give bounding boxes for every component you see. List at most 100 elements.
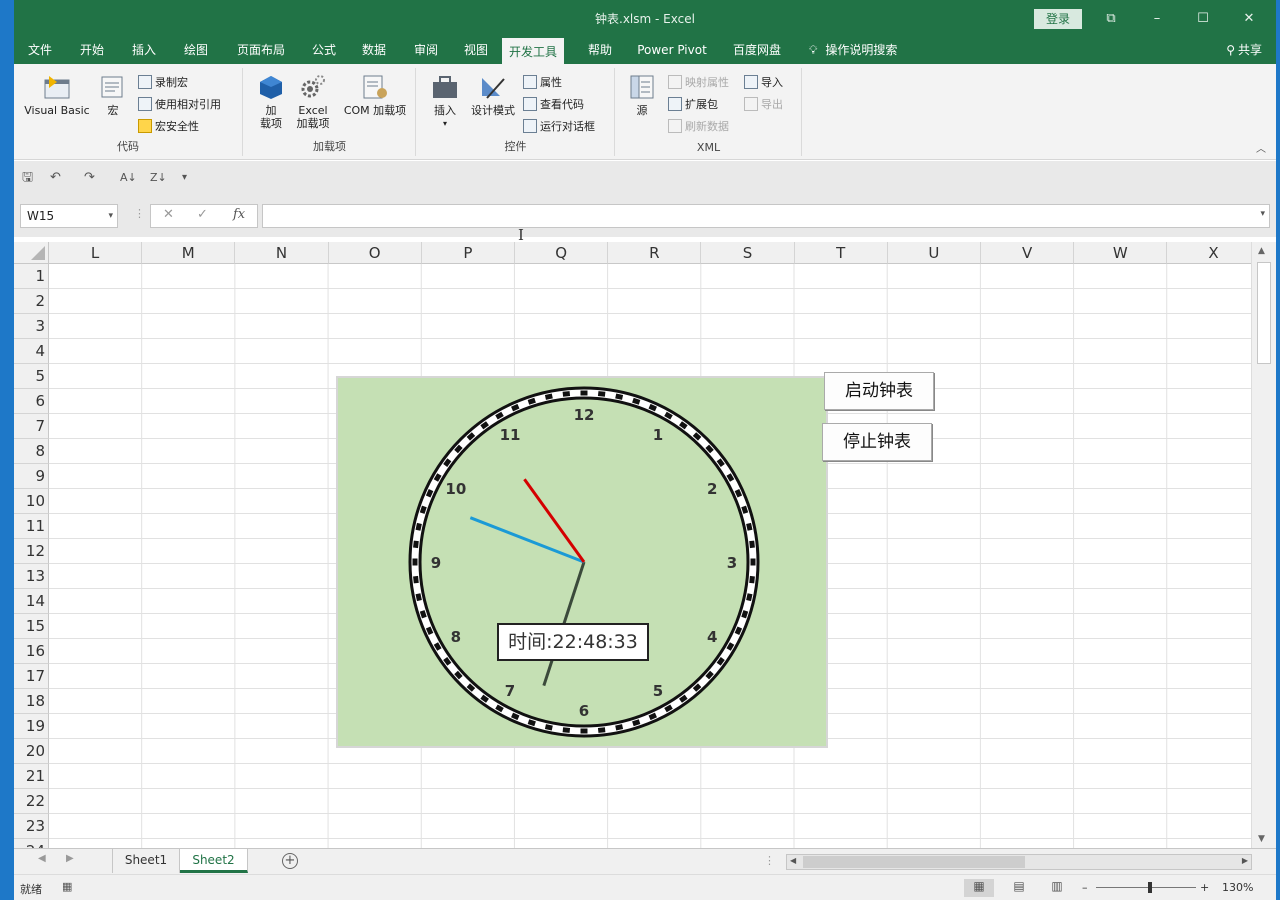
column-header-w[interactable]: W — [1074, 242, 1168, 264]
tab-data[interactable]: 数据 — [352, 38, 396, 64]
column-header-o[interactable]: O — [328, 242, 422, 264]
sheet-tab-sheet2[interactable]: Sheet2 — [180, 849, 248, 873]
column-header-l[interactable]: L — [49, 242, 143, 264]
refresh-data-button[interactable]: 刷新数据 — [668, 118, 729, 136]
insert-control-button[interactable]: 插入 ▾ — [427, 74, 463, 130]
macro-recording-icon[interactable]: ▦ — [62, 880, 72, 893]
customize-qat-icon[interactable]: ▾ — [182, 169, 187, 187]
row-header-24[interactable]: 24 — [14, 839, 49, 848]
row-header-2[interactable]: 2 — [14, 289, 49, 314]
save-icon[interactable]: 🖫 — [22, 169, 33, 187]
tabs-splitter-icon[interactable]: ⋮ — [764, 854, 775, 867]
row-header-14[interactable]: 14 — [14, 589, 49, 614]
row-header-17[interactable]: 17 — [14, 664, 49, 689]
tab-review[interactable]: 审阅 — [404, 38, 448, 64]
macro-security-button[interactable]: 宏安全性 — [138, 118, 199, 136]
row-header-21[interactable]: 21 — [14, 764, 49, 789]
row-header-6[interactable]: 6 — [14, 389, 49, 414]
tab-help[interactable]: 帮助 — [578, 38, 622, 64]
column-header-r[interactable]: R — [608, 242, 702, 264]
tab-view[interactable]: 视图 — [454, 38, 498, 64]
row-header-1[interactable]: 1 — [14, 264, 49, 289]
tab-formulas[interactable]: 公式 — [302, 38, 346, 64]
sheet-tab-sheet1[interactable]: Sheet1 — [112, 849, 180, 873]
map-properties-button[interactable]: 映射属性 — [668, 74, 729, 92]
stop-clock-button[interactable]: 停止钟表 — [822, 423, 932, 461]
row-header-10[interactable]: 10 — [14, 489, 49, 514]
row-header-19[interactable]: 19 — [14, 714, 49, 739]
row-header-22[interactable]: 22 — [14, 789, 49, 814]
tab-power-pivot[interactable]: Power Pivot — [630, 38, 714, 64]
row-header-9[interactable]: 9 — [14, 464, 49, 489]
row-header-13[interactable]: 13 — [14, 564, 49, 589]
row-header-4[interactable]: 4 — [14, 339, 49, 364]
undo-icon[interactable]: ↶ — [50, 169, 61, 187]
close-button[interactable]: ✕ — [1226, 8, 1272, 30]
sort-ascending-icon[interactable]: A↓ — [120, 169, 137, 187]
formula-input[interactable]: ▾ — [262, 204, 1270, 228]
record-macro-button[interactable]: 录制宏 — [138, 74, 188, 92]
cancel-icon[interactable]: ✕ — [163, 207, 174, 222]
column-header-s[interactable]: S — [701, 242, 795, 264]
tab-file[interactable]: 文件 — [18, 38, 62, 64]
expand-formula-bar-icon[interactable]: ▾ — [1260, 209, 1265, 219]
xml-source-button[interactable]: 源 — [626, 74, 658, 117]
zoom-in-icon[interactable]: + — [1200, 881, 1209, 894]
excel-addins-button[interactable]: Excel 加载项 — [292, 74, 334, 130]
sort-descending-icon[interactable]: Z↓ — [150, 169, 167, 187]
column-header-q[interactable]: Q — [515, 242, 609, 264]
column-header-u[interactable]: U — [887, 242, 981, 264]
tab-baidu-netdisk[interactable]: 百度网盘 — [724, 38, 790, 64]
row-header-12[interactable]: 12 — [14, 539, 49, 564]
scroll-down-icon[interactable]: ▼ — [1258, 834, 1265, 844]
column-header-m[interactable]: M — [142, 242, 236, 264]
normal-view-icon[interactable]: ▦ — [964, 879, 994, 897]
redo-icon[interactable]: ↷ — [84, 169, 95, 187]
tab-insert[interactable]: 插入 — [122, 38, 166, 64]
zoom-level[interactable]: 130% — [1222, 881, 1253, 894]
zoom-slider-knob[interactable] — [1148, 882, 1152, 893]
row-header-11[interactable]: 11 — [14, 514, 49, 539]
xml-export-button[interactable]: 导出 — [744, 96, 783, 114]
row-header-15[interactable]: 15 — [14, 614, 49, 639]
horizontal-scroll-thumb[interactable] — [803, 856, 1025, 868]
tell-me-search[interactable]: 💡︎ 操作说明搜索 — [809, 38, 897, 64]
use-relative-references-button[interactable]: 使用相对引用 — [138, 96, 221, 114]
column-header-n[interactable]: N — [235, 242, 329, 264]
design-mode-button[interactable]: 设计模式 — [467, 74, 519, 117]
page-break-view-icon[interactable]: ▥ — [1042, 879, 1072, 897]
maximize-button[interactable]: ☐ — [1180, 8, 1226, 30]
row-header-18[interactable]: 18 — [14, 689, 49, 714]
row-header-3[interactable]: 3 — [14, 314, 49, 339]
enter-icon[interactable]: ✓ — [197, 207, 208, 222]
expansion-packs-button[interactable]: 扩展包 — [668, 96, 718, 114]
com-addins-button[interactable]: COM 加载项 — [338, 74, 412, 117]
tab-home[interactable]: 开始 — [70, 38, 114, 64]
select-all-button[interactable] — [14, 242, 49, 264]
login-button[interactable]: 登录 — [1034, 9, 1082, 29]
row-header-7[interactable]: 7 — [14, 414, 49, 439]
clock-chart[interactable]: 12 1 2 3 4 5 6 7 8 9 10 11 时间:22:48:33 — [336, 376, 828, 748]
column-header-p[interactable]: P — [421, 242, 515, 264]
run-dialog-button[interactable]: 运行对话框 — [523, 118, 595, 136]
visual-basic-button[interactable]: Visual Basic — [20, 74, 94, 117]
tab-developer[interactable]: 开发工具 — [502, 38, 564, 64]
previous-sheet-icon[interactable]: ◀ — [38, 853, 46, 864]
insert-function-icon[interactable]: fx — [233, 207, 245, 222]
zoom-out-icon[interactable]: – — [1082, 881, 1088, 894]
name-box[interactable]: W15 ▾ — [20, 204, 118, 228]
properties-button[interactable]: 属性 — [523, 74, 562, 92]
column-header-x[interactable]: X — [1167, 242, 1261, 264]
zoom-slider[interactable] — [1096, 882, 1196, 893]
row-header-23[interactable]: 23 — [14, 814, 49, 839]
scroll-up-icon[interactable]: ▲ — [1258, 246, 1265, 256]
minimize-button[interactable]: – — [1134, 8, 1180, 30]
tab-page-layout[interactable]: 页面布局 — [228, 38, 294, 64]
vertical-scroll-thumb[interactable] — [1257, 262, 1271, 364]
xml-import-button[interactable]: 导入 — [744, 74, 783, 92]
scroll-left-icon[interactable]: ◀ — [790, 856, 796, 865]
column-header-v[interactable]: V — [981, 242, 1075, 264]
page-layout-view-icon[interactable]: ▤ — [1004, 879, 1034, 897]
add-sheet-icon[interactable]: + — [282, 853, 298, 869]
row-header-16[interactable]: 16 — [14, 639, 49, 664]
